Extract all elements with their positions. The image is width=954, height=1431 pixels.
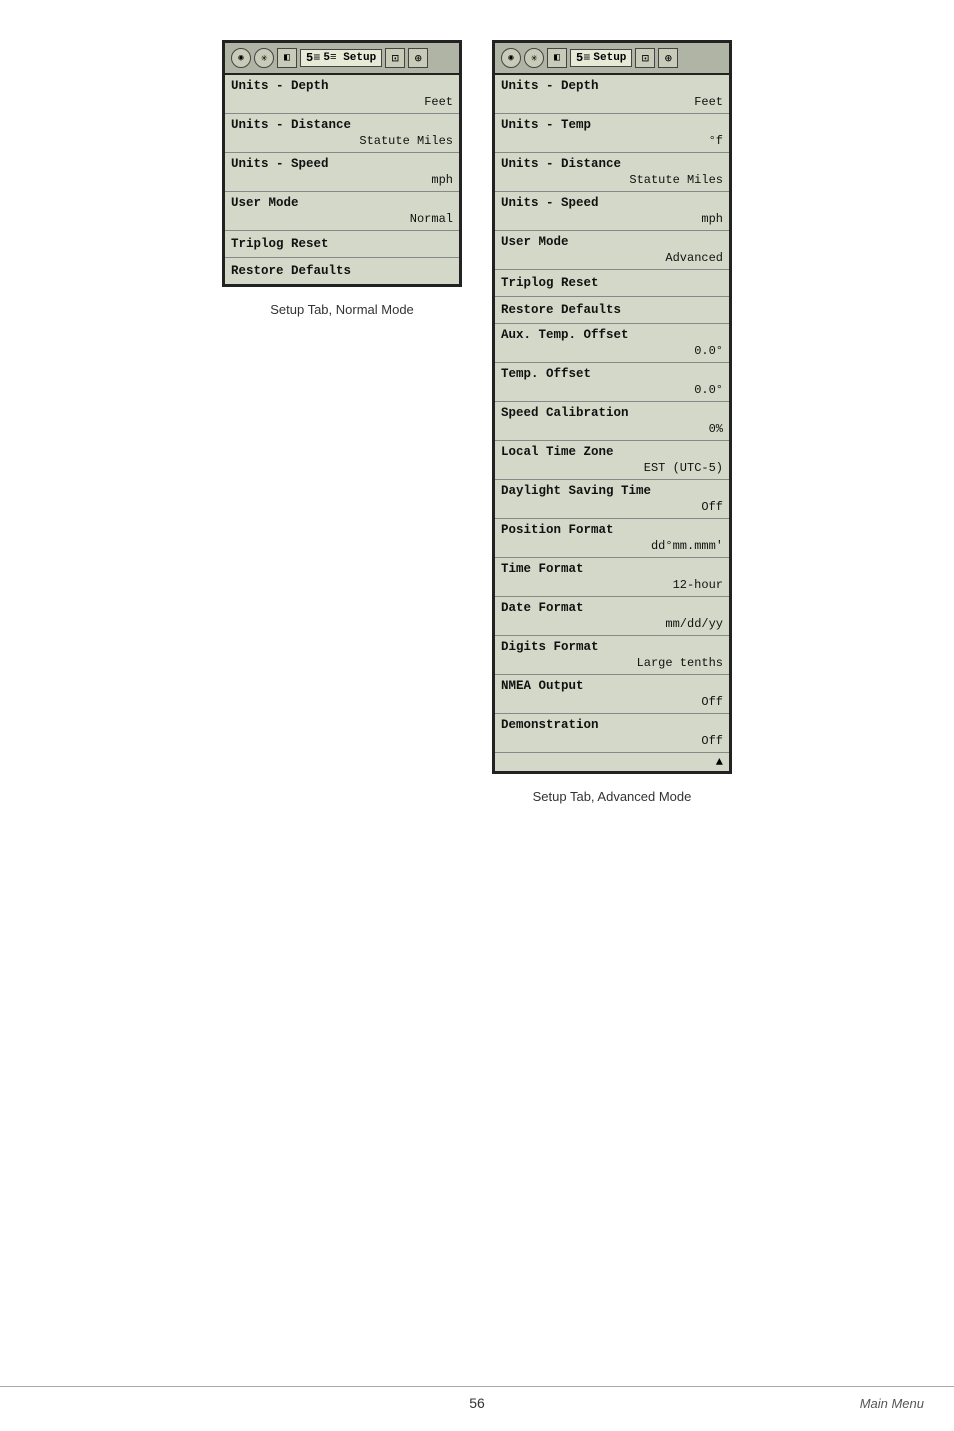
- normal-item-user-mode[interactable]: User Mode Normal: [225, 192, 459, 231]
- adv-item-nmea-output[interactable]: NMEA Output Off: [495, 675, 729, 714]
- adv-header-icon-map: ◧: [547, 48, 567, 68]
- adv-label-nmea-output: NMEA Output: [495, 675, 729, 694]
- adv-header-btn-camera[interactable]: ⊡: [635, 48, 655, 68]
- footer-section-label: Main Menu: [860, 1388, 924, 1411]
- adv-item-position-format[interactable]: Position Format dd°mm.mmm': [495, 519, 729, 558]
- normal-label-units-speed: Units - Speed: [225, 153, 459, 172]
- adv-item-triplog-reset[interactable]: Triplog Reset: [495, 270, 729, 297]
- adv-header-icon-star: ✳: [524, 48, 544, 68]
- adv-label-aux-temp-offset: Aux. Temp. Offset: [495, 324, 729, 343]
- adv-value-temp-offset: 0.0°: [495, 382, 729, 401]
- header-btn-camera[interactable]: ⊡: [385, 48, 405, 68]
- adv-item-units-speed[interactable]: Units - Speed mph: [495, 192, 729, 231]
- adv-label-units-distance: Units - Distance: [495, 153, 729, 172]
- adv-label-temp-offset: Temp. Offset: [495, 363, 729, 382]
- normal-value-user-mode: Normal: [225, 211, 459, 230]
- footer-page-number: 56: [328, 1387, 626, 1411]
- normal-mode-panel: ◉ ✳ ◧ 5≡ 5≡ Setup ⊡ ⊕: [222, 40, 462, 317]
- adv-value-aux-temp-offset: 0.0°: [495, 343, 729, 362]
- adv-label-local-time-zone: Local Time Zone: [495, 441, 729, 460]
- normal-value-units-speed: mph: [225, 172, 459, 191]
- adv-header-btn-power[interactable]: ⊕: [658, 48, 678, 68]
- adv-value-demonstration: Off: [495, 733, 729, 752]
- adv-value-date-format: mm/dd/yy: [495, 616, 729, 635]
- normal-item-units-distance[interactable]: Units - Distance Statute Miles: [225, 114, 459, 153]
- page-content: ◉ ✳ ◧ 5≡ 5≡ Setup ⊡ ⊕: [0, 0, 954, 864]
- header-icon-star: ✳: [254, 48, 274, 68]
- normal-label-units-distance: Units - Distance: [225, 114, 459, 133]
- adv-item-date-format[interactable]: Date Format mm/dd/yy: [495, 597, 729, 636]
- adv-label-triplog-reset: Triplog Reset: [495, 270, 729, 296]
- normal-item-triplog-reset[interactable]: Triplog Reset: [225, 231, 459, 258]
- normal-item-units-depth[interactable]: Units - Depth Feet: [225, 75, 459, 114]
- adv-value-daylight-saving: Off: [495, 499, 729, 518]
- header-icon-signal: ◉: [231, 48, 251, 68]
- adv-value-nmea-output: Off: [495, 694, 729, 713]
- adv-label-demonstration: Demonstration: [495, 714, 729, 733]
- adv-item-demonstration[interactable]: Demonstration Off: [495, 714, 729, 753]
- adv-value-units-speed: mph: [495, 211, 729, 230]
- adv-item-restore-defaults[interactable]: Restore Defaults: [495, 297, 729, 324]
- normal-item-restore-defaults[interactable]: Restore Defaults: [225, 258, 459, 284]
- adv-label-time-format: Time Format: [495, 558, 729, 577]
- scroll-down-arrow: ▲: [495, 753, 729, 771]
- adv-item-units-depth[interactable]: Units - Depth Feet: [495, 75, 729, 114]
- adv-label-units-depth: Units - Depth: [495, 75, 729, 94]
- normal-caption: Setup Tab, Normal Mode: [270, 302, 414, 317]
- adv-item-digits-format[interactable]: Digits Format Large tenths: [495, 636, 729, 675]
- adv-item-speed-calibration[interactable]: Speed Calibration 0%: [495, 402, 729, 441]
- adv-item-user-mode[interactable]: User Mode Advanced: [495, 231, 729, 270]
- adv-value-units-depth: Feet: [495, 94, 729, 113]
- normal-header: ◉ ✳ ◧ 5≡ 5≡ Setup ⊡ ⊕: [225, 43, 459, 75]
- advanced-caption: Setup Tab, Advanced Mode: [533, 789, 692, 804]
- adv-item-local-time-zone[interactable]: Local Time Zone EST (UTC-5): [495, 441, 729, 480]
- page-footer: 56 Main Menu: [0, 1386, 954, 1411]
- adv-label-digits-format: Digits Format: [495, 636, 729, 655]
- adv-value-units-temp: °f: [495, 133, 729, 152]
- adv-value-speed-calibration: 0%: [495, 421, 729, 440]
- adv-header-icon-signal: ◉: [501, 48, 521, 68]
- adv-item-temp-offset[interactable]: Temp. Offset 0.0°: [495, 363, 729, 402]
- normal-value-units-depth: Feet: [225, 94, 459, 113]
- normal-label-restore-defaults: Restore Defaults: [225, 258, 459, 284]
- adv-label-position-format: Position Format: [495, 519, 729, 538]
- normal-item-units-speed[interactable]: Units - Speed mph: [225, 153, 459, 192]
- advanced-mode-panel: ◉ ✳ ◧ 5≡ Setup ⊡ ⊕: [492, 40, 732, 804]
- advanced-screen: ◉ ✳ ◧ 5≡ Setup ⊡ ⊕: [492, 40, 732, 774]
- normal-menu-list: Units - Depth Feet Units - Distance Stat…: [225, 75, 459, 284]
- normal-value-units-distance: Statute Miles: [225, 133, 459, 152]
- adv-label-user-mode: User Mode: [495, 231, 729, 250]
- adv-value-digits-format: Large tenths: [495, 655, 729, 674]
- adv-item-daylight-saving[interactable]: Daylight Saving Time Off: [495, 480, 729, 519]
- adv-value-units-distance: Statute Miles: [495, 172, 729, 191]
- adv-value-user-mode: Advanced: [495, 250, 729, 269]
- normal-screen: ◉ ✳ ◧ 5≡ 5≡ Setup ⊡ ⊕: [222, 40, 462, 287]
- adv-value-time-format: 12-hour: [495, 577, 729, 596]
- normal-label-user-mode: User Mode: [225, 192, 459, 211]
- adv-label-units-temp: Units - Temp: [495, 114, 729, 133]
- advanced-header: ◉ ✳ ◧ 5≡ Setup ⊡ ⊕: [495, 43, 729, 75]
- adv-item-time-format[interactable]: Time Format 12-hour: [495, 558, 729, 597]
- adv-item-aux-temp-offset[interactable]: Aux. Temp. Offset 0.0°: [495, 324, 729, 363]
- adv-label-speed-calibration: Speed Calibration: [495, 402, 729, 421]
- adv-value-position-format: dd°mm.mmm': [495, 538, 729, 557]
- adv-header-setup-label: 5≡ Setup: [570, 49, 632, 67]
- adv-label-daylight-saving: Daylight Saving Time: [495, 480, 729, 499]
- advanced-menu-list: Units - Depth Feet Units - Temp °f Units…: [495, 75, 729, 771]
- normal-label-units-depth: Units - Depth: [225, 75, 459, 94]
- adv-item-units-temp[interactable]: Units - Temp °f: [495, 114, 729, 153]
- normal-label-triplog-reset: Triplog Reset: [225, 231, 459, 257]
- header-icon-map: ◧: [277, 48, 297, 68]
- adv-label-restore-defaults: Restore Defaults: [495, 297, 729, 323]
- adv-item-units-distance[interactable]: Units - Distance Statute Miles: [495, 153, 729, 192]
- header-btn-power[interactable]: ⊕: [408, 48, 428, 68]
- adv-label-units-speed: Units - Speed: [495, 192, 729, 211]
- adv-label-date-format: Date Format: [495, 597, 729, 616]
- adv-value-local-time-zone: EST (UTC-5): [495, 460, 729, 479]
- header-setup-label: 5≡ 5≡ Setup: [300, 49, 382, 67]
